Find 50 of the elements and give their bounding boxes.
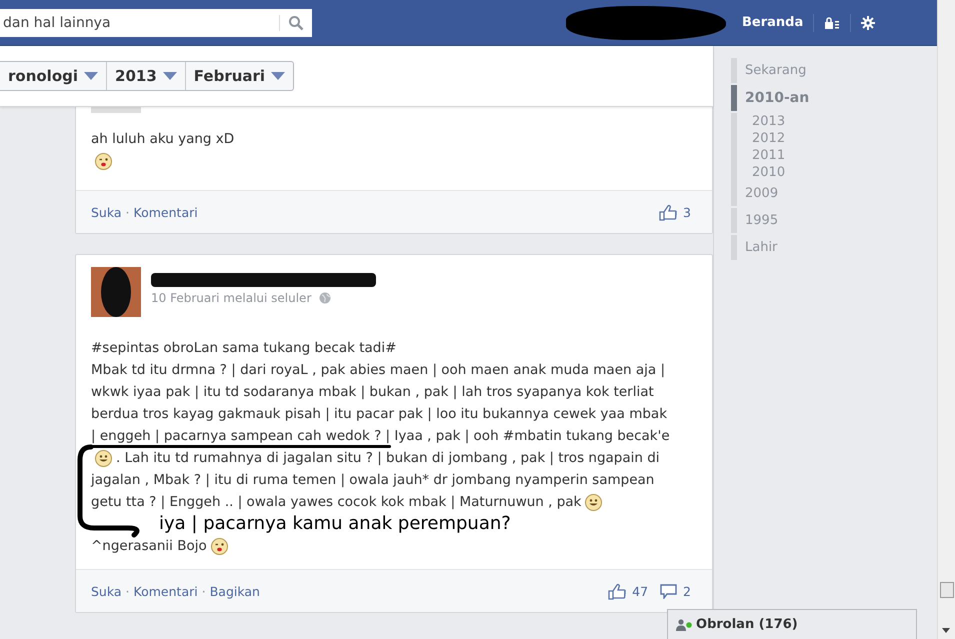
thumbs-up-icon[interactable] [608, 582, 626, 600]
post-date[interactable]: 10 Februari melalui seluler [151, 291, 312, 305]
like-count[interactable]: 3 [683, 204, 691, 220]
post-text: wkwk iyaa pak | itu td sodaranya mbak | bukan , pak | lah tros syapanya kok terliat [91, 384, 654, 400]
avatar-photo[interactable] [91, 267, 141, 317]
chat-bar[interactable]: Obrolan (176) [667, 609, 918, 639]
separator-dot: · [126, 584, 130, 598]
scroll-down-icon[interactable] [942, 628, 950, 633]
globe-icon [319, 292, 332, 304]
separator-dot: · [202, 584, 206, 598]
settings-icon[interactable] [861, 16, 876, 30]
handwritten-annotation: iya | pacarnya kamu anak perempuan? [159, 513, 511, 534]
filter-dropdown[interactable]: ronologi [0, 62, 106, 90]
post-text: berdua tros kayag gakmauk pisah | itu pacar pak | loo itu bukannya cewek yaa mbak [91, 406, 668, 422]
separator-dot: · [126, 204, 130, 220]
filter-dropdown[interactable]: Februari [184, 62, 294, 90]
post-text: ah luluh aku yang xD [91, 131, 234, 147]
post-text: ^ngerasanii Bojo [91, 538, 207, 554]
home-link[interactable]: Beranda [742, 15, 804, 30]
action-link[interactable]: Komentari [134, 584, 198, 598]
caret-icon [84, 72, 98, 80]
person-icon [676, 618, 692, 630]
smiley-icon [585, 494, 602, 510]
post-text: jagalan , Mbak ? | itu di ruma temen | owala jauh* dr jombang nyamperin sampean [91, 472, 654, 488]
scrollbar[interactable] [937, 0, 955, 639]
search-box[interactable]: dan hal lainnya [0, 8, 312, 36]
post-text: getu tta ? | Enggeh .. | owala yawes cocok kok mbak | Maturnuwun , pak [91, 494, 582, 510]
like-count[interactable]: 47 [632, 584, 648, 598]
search-icon[interactable] [279, 14, 304, 30]
scrollbar-thumb[interactable] [940, 582, 954, 598]
kiss-emoticon-icon [95, 152, 112, 170]
caret-icon [162, 72, 177, 80]
smiley-icon [95, 450, 112, 466]
caret-icon [271, 72, 286, 80]
post-text: . Lah itu td rumahnya di jagalan situ ? | bukan di jombang , pak | tros ngapain di [116, 450, 660, 466]
post-text: Mbak td itu drmna ? | dari royaL , pak abies maen | ooh maen anak muda maen aja | [91, 362, 665, 378]
action-link[interactable]: Bagikan [210, 584, 260, 598]
search-field[interactable]: dan hal lainnya [0, 14, 271, 30]
post-text: | enggeh | pacarnya sampean cah wedok ? | Iyaa , pak | ooh #mbatin tukang becak'e [91, 428, 670, 444]
comment-count[interactable]: 2 [683, 584, 691, 598]
lock-icon[interactable] [824, 16, 840, 28]
action-link[interactable]: Komentari [134, 204, 198, 220]
chat-label[interactable]: Obrolan (176) [696, 617, 798, 632]
thumbs-up-icon[interactable] [659, 204, 678, 220]
kiss-emoticon-icon [210, 538, 228, 554]
comment-icon[interactable] [660, 584, 678, 598]
action-link[interactable]: Suka [91, 584, 122, 598]
post-text: #sepintas obroLan sama tukang becak tadi# [91, 340, 396, 356]
action-link[interactable]: Suka [91, 204, 122, 220]
filter-dropdown[interactable]: 2013 [106, 62, 185, 90]
